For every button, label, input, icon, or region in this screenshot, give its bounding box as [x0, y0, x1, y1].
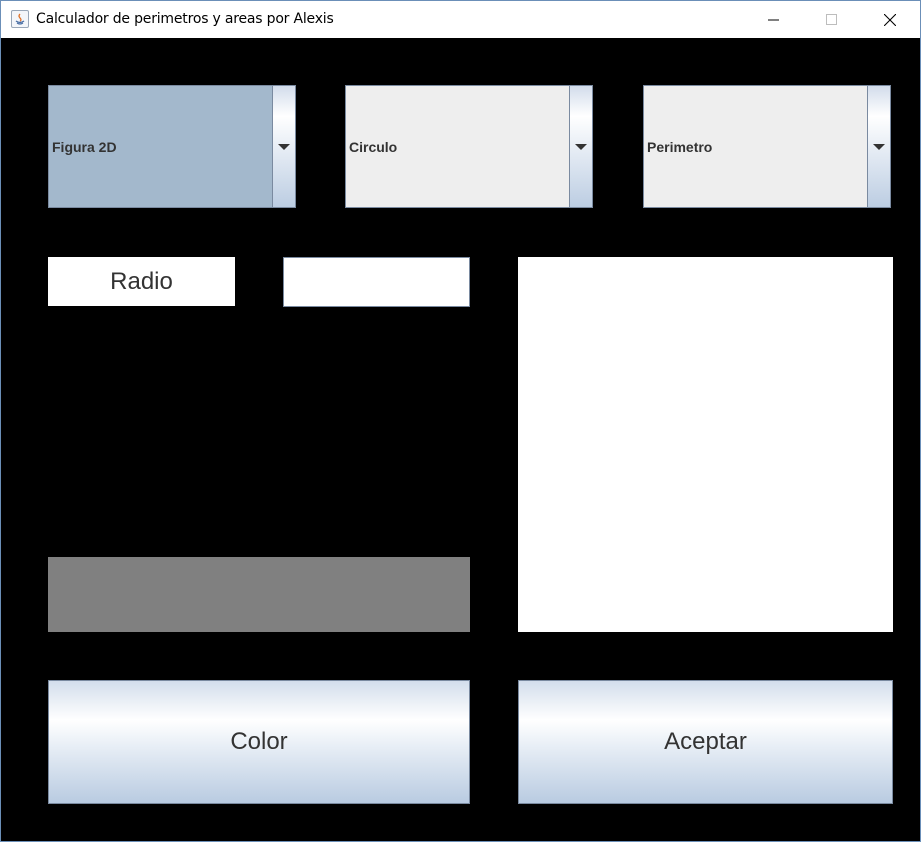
- color-button[interactable]: Color: [48, 680, 470, 804]
- operation-combo-value: Perimetro: [647, 139, 713, 155]
- figure-combo[interactable]: Circulo: [345, 85, 593, 208]
- close-icon[interactable]: [867, 1, 913, 38]
- app-window: Calculador de perimetros y areas por Ale…: [0, 0, 921, 842]
- dimension-combo[interactable]: Figura 2D: [48, 85, 296, 208]
- figure-combo-arrow[interactable]: [569, 86, 592, 207]
- accept-button[interactable]: Aceptar: [518, 680, 893, 804]
- chevron-down-icon: [278, 144, 290, 150]
- operation-combo-arrow[interactable]: [867, 86, 890, 207]
- dimension-combo-arrow[interactable]: [272, 86, 295, 207]
- maximize-icon[interactable]: [809, 1, 855, 38]
- dimension-combo-value: Figura 2D: [52, 139, 117, 155]
- radius-label: Radio: [48, 257, 235, 306]
- drawing-canvas: [518, 257, 893, 632]
- chevron-down-icon: [873, 144, 885, 150]
- radius-input[interactable]: [283, 257, 470, 307]
- window-title: Calculador de perimetros y areas por Ale…: [36, 11, 334, 27]
- minimize-icon[interactable]: [751, 1, 797, 38]
- java-icon: [11, 10, 29, 28]
- figure-combo-value: Circulo: [349, 139, 398, 155]
- chevron-down-icon: [575, 144, 587, 150]
- operation-combo[interactable]: Perimetro: [643, 85, 891, 208]
- color-preview: [48, 557, 470, 632]
- title-bar[interactable]: Calculador de perimetros y areas por Ale…: [1, 1, 920, 38]
